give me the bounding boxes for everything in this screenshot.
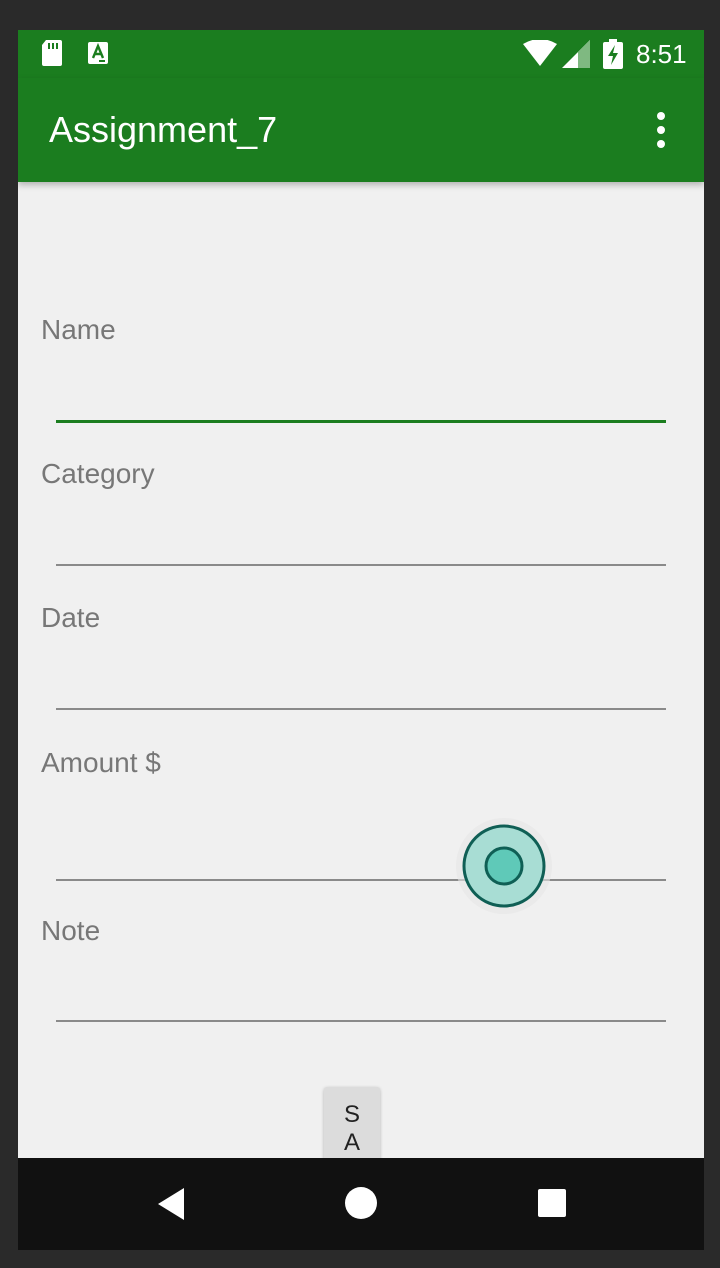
category-label: Category [41, 458, 155, 489]
app-title: Assignment_7 [49, 109, 278, 150]
amount-field-underline [56, 879, 666, 881]
recents-icon[interactable] [537, 1188, 567, 1218]
more-vert-icon[interactable] [646, 110, 676, 150]
device-screen: 8:51 Assignment_7 Name Category Date Amo… [18, 30, 704, 1250]
note-field-underline [56, 1020, 666, 1022]
battery-charging-icon [603, 39, 623, 69]
nav-bar [18, 1158, 704, 1250]
signal-icon [562, 40, 590, 68]
wifi-icon [523, 40, 557, 66]
touch-indicator [456, 818, 552, 914]
date-field[interactable] [56, 664, 666, 708]
sd-card-icon [42, 40, 62, 66]
name-label: Name [41, 314, 116, 345]
text-a-icon [88, 42, 108, 64]
note-label: Note [41, 915, 101, 946]
category-field[interactable] [56, 520, 666, 564]
category-field-underline [56, 564, 666, 566]
note-field[interactable] [56, 976, 666, 1020]
status-time: 8:51 [636, 39, 687, 69]
name-field[interactable] [56, 375, 666, 419]
date-field-underline [56, 708, 666, 710]
name-field-underline [56, 420, 666, 423]
app-bar: Assignment_7 [18, 78, 704, 182]
home-icon[interactable] [344, 1186, 378, 1220]
amount-field[interactable] [56, 835, 666, 879]
date-label: Date [41, 602, 101, 633]
back-icon[interactable] [154, 1186, 188, 1222]
amount-label: Amount $ [41, 747, 161, 778]
status-bar: 8:51 [18, 30, 704, 78]
save-button-label: SA [343, 1101, 360, 1156]
